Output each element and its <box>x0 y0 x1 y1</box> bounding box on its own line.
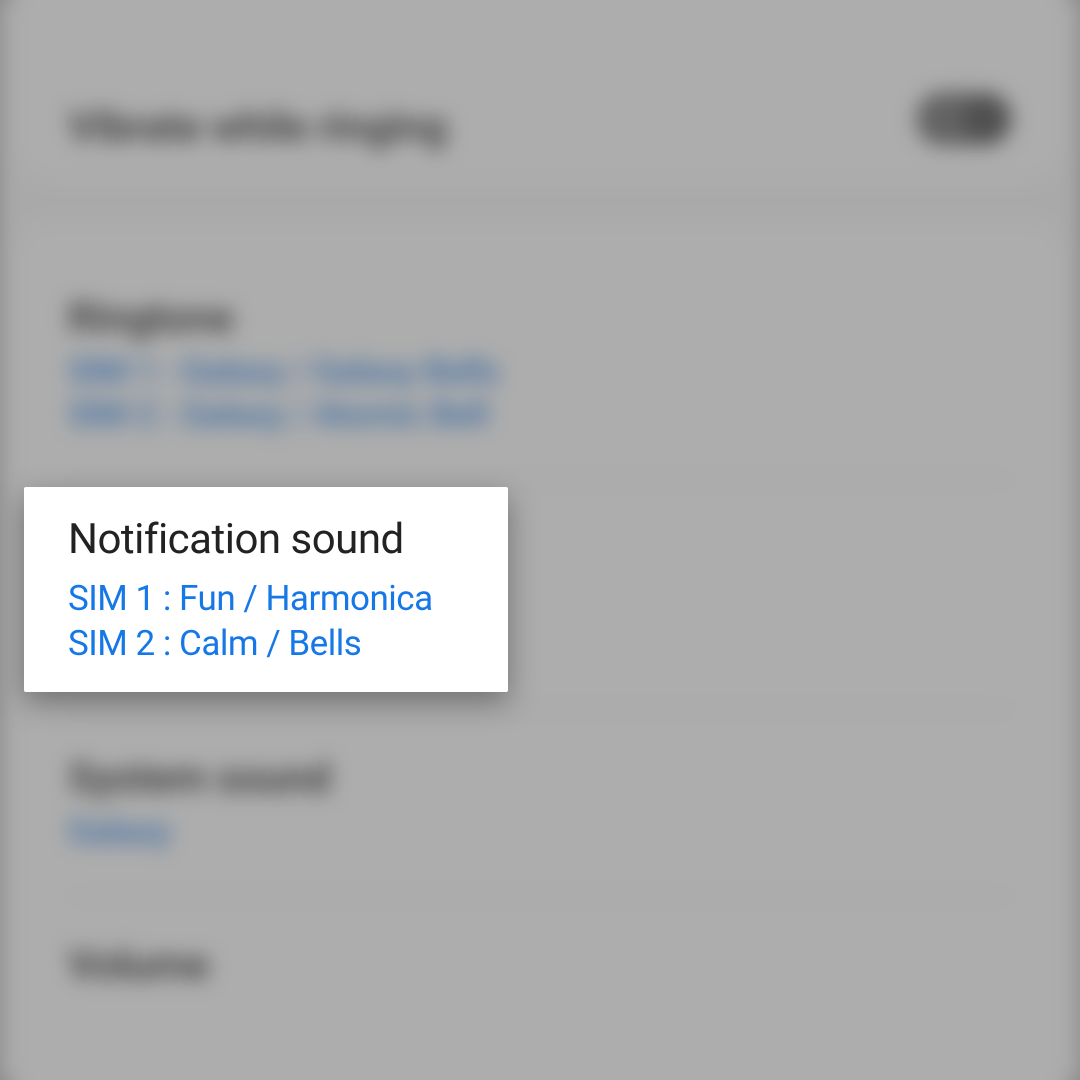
popup-title: Notification sound <box>68 515 464 564</box>
popup-sim1: SIM 1 : Fun / Harmonica <box>68 578 464 619</box>
notification-sound-popup[interactable]: Notification sound SIM 1 : Fun / Harmoni… <box>24 487 508 692</box>
popup-sim2: SIM 2 : Calm / Bells <box>68 623 464 664</box>
